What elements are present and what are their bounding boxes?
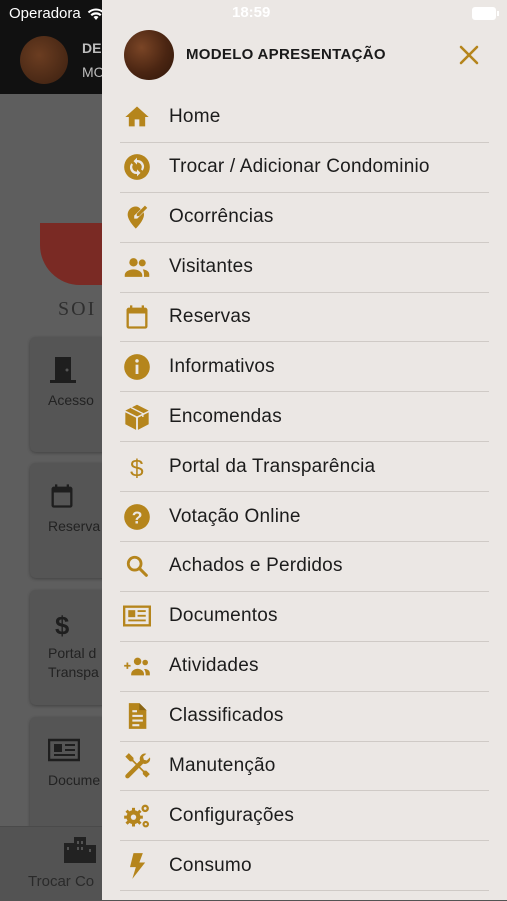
status-carrier-group: Operadora bbox=[9, 5, 105, 22]
help-icon: ? bbox=[120, 500, 154, 534]
gears-icon bbox=[120, 799, 154, 833]
menu-item-label: Reservas bbox=[169, 306, 251, 327]
calendar-icon bbox=[120, 300, 154, 334]
door-icon bbox=[48, 355, 76, 383]
background-logo-text: SOI bbox=[58, 298, 97, 320]
menu-item-ocorrencias[interactable]: Ocorrências bbox=[120, 193, 489, 243]
menu-item-label: Atividades bbox=[169, 655, 259, 677]
navigation-drawer: 18:59 MODELO APRESENTAÇÃO Home Trocar / … bbox=[102, 0, 507, 900]
building-icon bbox=[62, 835, 98, 863]
menu-item-label: Trocar / Adicionar Condominio bbox=[169, 156, 430, 178]
menu-item-label: Manutenção bbox=[169, 755, 276, 777]
document-icon bbox=[120, 699, 154, 733]
menu-item-label: Ocorrências bbox=[169, 206, 274, 228]
close-icon bbox=[459, 45, 479, 65]
menu-item-configuracoes[interactable]: Configurações bbox=[120, 791, 489, 842]
people-icon bbox=[120, 250, 154, 284]
menu-item-achados-perdidos[interactable]: Achados e Perdidos bbox=[120, 542, 489, 592]
drawer-menu: Home Trocar / Adicionar Condominio Ocorr… bbox=[120, 93, 489, 892]
menu-item-label: Informativos bbox=[169, 355, 275, 377]
search-icon bbox=[120, 549, 154, 583]
status-time: 18:59 bbox=[232, 4, 271, 21]
battery-icon bbox=[472, 7, 499, 20]
background-card-label: Portal d Transpa bbox=[48, 645, 99, 680]
carrier-label: Operadora bbox=[9, 5, 81, 22]
menu-item-label: Classificados bbox=[169, 705, 284, 727]
menu-item-label: Achados e Perdidos bbox=[169, 555, 343, 577]
menu-item-classificados[interactable]: Classificados bbox=[120, 692, 489, 742]
dollar-icon: $ bbox=[120, 450, 154, 484]
sync-icon bbox=[120, 150, 154, 184]
group-add-icon bbox=[120, 649, 154, 683]
menu-item-label: Encomendas bbox=[169, 405, 282, 427]
background-avatar bbox=[20, 36, 68, 84]
package-icon bbox=[120, 400, 154, 434]
newspaper-icon bbox=[47, 736, 81, 762]
menu-item-encomendas[interactable]: Encomendas bbox=[120, 392, 489, 443]
background-card-label: Acesso bbox=[48, 392, 94, 408]
background-card-label: Docume bbox=[48, 772, 101, 788]
menu-item-reservas[interactable]: Reservas bbox=[120, 293, 489, 343]
menu-item-votacao-online[interactable]: ? Votação Online bbox=[120, 492, 489, 543]
background-card-label: Reserva bbox=[48, 518, 101, 534]
menu-item-atividades[interactable]: Atividades bbox=[120, 642, 489, 692]
menu-item-trocar-condominio[interactable]: Trocar / Adicionar Condominio bbox=[120, 143, 489, 193]
menu-item-manutencao[interactable]: Manutenção bbox=[120, 742, 489, 792]
menu-item-label: Home bbox=[169, 106, 221, 128]
menu-item-label: Consumo bbox=[169, 854, 252, 876]
menu-item-home[interactable]: Home bbox=[120, 93, 489, 143]
svg-text:$: $ bbox=[130, 455, 144, 481]
menu-item-label: Visitantes bbox=[169, 256, 254, 278]
info-icon bbox=[120, 350, 154, 384]
menu-item-label: Portal da Transparência bbox=[169, 455, 376, 477]
menu-item-informativos[interactable]: Informativos bbox=[120, 342, 489, 393]
flash-icon bbox=[120, 849, 154, 883]
tools-icon bbox=[120, 749, 154, 783]
menu-item-label: Configurações bbox=[169, 804, 295, 826]
menu-item-consumo[interactable]: Consumo bbox=[120, 841, 489, 892]
background-header-line1: DE bbox=[82, 40, 102, 56]
menu-item-label: Documentos bbox=[169, 605, 278, 627]
svg-text:?: ? bbox=[132, 507, 143, 527]
background-tab-label: Trocar Co bbox=[28, 873, 95, 890]
dollar-icon: $ bbox=[48, 610, 76, 641]
menu-item-documentos[interactable]: Documentos bbox=[120, 592, 489, 642]
drawer-title: MODELO APRESENTAÇÃO bbox=[186, 46, 386, 63]
svg-text:$: $ bbox=[55, 613, 69, 639]
menu-item-visitantes[interactable]: Visitantes bbox=[120, 243, 489, 293]
calendar-icon bbox=[48, 482, 76, 508]
menu-item-label: Votação Online bbox=[169, 505, 301, 527]
home-icon bbox=[120, 100, 154, 134]
avatar[interactable] bbox=[124, 30, 174, 80]
newspaper-icon bbox=[120, 599, 154, 633]
close-button[interactable] bbox=[456, 42, 482, 68]
location-edit-icon bbox=[120, 200, 154, 234]
menu-item-portal-transparencia[interactable]: $ Portal da Transparência bbox=[120, 442, 489, 493]
